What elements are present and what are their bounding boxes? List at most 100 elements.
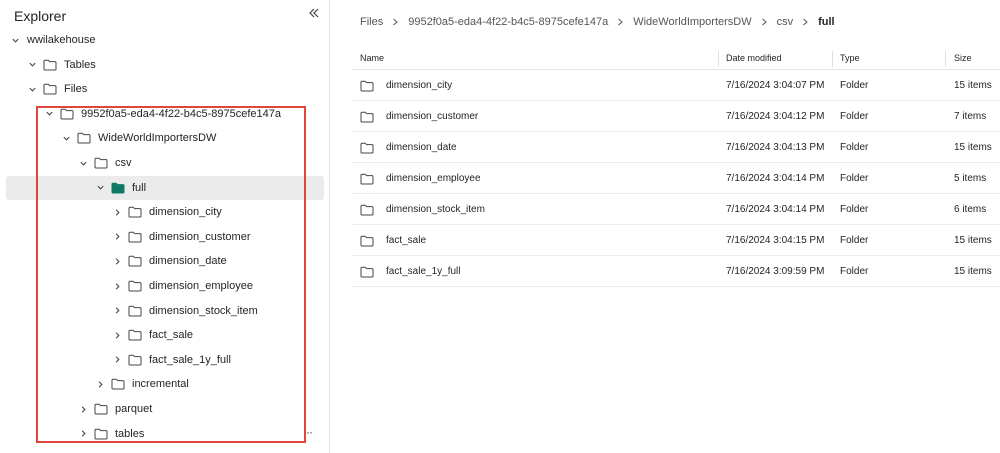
table-row[interactable]: dimension_city 7/16/2024 3:04:07 PM Folder… bbox=[352, 71, 1000, 101]
chevron-down-icon[interactable] bbox=[42, 107, 56, 121]
table-row[interactable]: dimension_stock_item 7/16/2024 3:04:14 PM… bbox=[352, 195, 1000, 225]
chevron-right-icon[interactable] bbox=[110, 230, 124, 244]
breadcrumb: Files 9952f0a5-eda4-4f22-b4c5-8975cefe147… bbox=[360, 14, 835, 30]
folder-icon bbox=[360, 204, 374, 216]
folder-icon bbox=[111, 376, 127, 392]
file-list-header: Name Date modified Type Size bbox=[352, 48, 1000, 70]
explorer-pane: Explorer wwilakehouse Tables Files 9952f0a5… bbox=[0, 0, 330, 453]
table-row[interactable]: dimension_employee 7/16/2024 3:04:14 PM Fo… bbox=[352, 164, 1000, 194]
row-date-modified: 7/16/2024 3:04:14 PM bbox=[726, 204, 825, 215]
more-options-button[interactable]: ··· bbox=[303, 425, 313, 439]
tree-item[interactable]: WideWorldImportersDW bbox=[6, 126, 324, 150]
tree-item-label: dimension_date bbox=[149, 255, 227, 268]
double-chevron-left-icon bbox=[309, 8, 319, 18]
folder-icon bbox=[360, 173, 374, 185]
tree-item-label: Files bbox=[64, 83, 88, 96]
chevron-down-icon[interactable] bbox=[59, 131, 73, 145]
row-type: Folder bbox=[840, 266, 869, 277]
chevron-right-icon[interactable] bbox=[76, 402, 90, 416]
tree-item-label: dimension_stock_item bbox=[149, 304, 258, 317]
tree-item[interactable]: dimension_stock_item bbox=[6, 299, 324, 323]
chevron-down-icon[interactable] bbox=[8, 33, 22, 47]
row-date-modified: 7/16/2024 3:04:12 PM bbox=[726, 111, 825, 122]
tree-item-label: dimension_employee bbox=[149, 280, 253, 292]
column-header-size[interactable]: Size bbox=[954, 53, 972, 63]
folder-icon bbox=[360, 142, 374, 154]
tree-item[interactable]: dimension_city bbox=[6, 200, 324, 224]
chevron-right-icon[interactable] bbox=[76, 427, 90, 441]
tree-item[interactable]: fact_sale_1y_full bbox=[6, 348, 324, 372]
tree-item[interactable]: csv bbox=[6, 151, 324, 175]
chevron-right-icon[interactable] bbox=[110, 205, 124, 219]
tree-item-label: 9952f0a5-eda4-4f22-b4c5-8975cefe147a bbox=[81, 107, 281, 120]
table-row[interactable]: fact_sale_1y_full 7/16/2024 3:09:59 PM Fol… bbox=[352, 257, 1000, 287]
row-size: 6 items bbox=[954, 204, 987, 215]
pane-divider[interactable] bbox=[329, 0, 330, 453]
chevron-right-icon[interactable] bbox=[110, 279, 124, 293]
tree-item[interactable]: full bbox=[6, 175, 324, 200]
tree-item[interactable]: dimension_customer bbox=[6, 225, 324, 249]
folder-icon bbox=[128, 278, 144, 294]
breadcrumb-item[interactable]: csv bbox=[777, 16, 794, 28]
row-name: dimension_date bbox=[386, 142, 457, 153]
column-header-name[interactable]: Name bbox=[360, 53, 384, 63]
chevron-right-icon[interactable] bbox=[93, 377, 107, 391]
row-type: Folder bbox=[840, 235, 869, 246]
chevron-right-icon bbox=[802, 18, 809, 26]
tree-item[interactable]: parquet bbox=[6, 397, 324, 421]
chevron-right-icon[interactable] bbox=[110, 254, 124, 268]
tree-item-label: WideWorldImportersDW bbox=[98, 132, 217, 145]
table-row[interactable]: fact_sale 7/16/2024 3:04:15 PM Folder 15 it… bbox=[352, 226, 1000, 256]
tree-item[interactable]: dimension_date bbox=[6, 249, 324, 273]
folder-icon bbox=[128, 327, 144, 343]
row-type: Folder bbox=[840, 173, 869, 184]
column-header-date-modified[interactable]: Date modified bbox=[726, 53, 782, 63]
tree-item[interactable]: dimension_employee bbox=[6, 274, 324, 298]
row-name: dimension_city bbox=[386, 80, 453, 91]
tree-item[interactable]: wwilakehouse bbox=[6, 28, 324, 52]
tree-item-label: csv bbox=[115, 157, 132, 169]
folder-icon bbox=[128, 229, 144, 245]
chevron-down-icon[interactable] bbox=[25, 82, 39, 96]
column-divider[interactable] bbox=[945, 51, 946, 67]
row-size: 5 items bbox=[954, 173, 987, 184]
column-header-type[interactable]: Type bbox=[840, 53, 860, 63]
breadcrumb-item[interactable]: 9952f0a5-eda4-4f22-b4c5-8975cefe147a bbox=[408, 16, 608, 28]
row-name: dimension_employee bbox=[386, 173, 481, 184]
folder-icon bbox=[360, 235, 374, 247]
chevron-down-icon[interactable] bbox=[93, 181, 107, 195]
chevron-right-icon[interactable] bbox=[110, 328, 124, 342]
tree-item[interactable]: tables bbox=[6, 422, 324, 446]
chevron-right-icon bbox=[761, 18, 768, 26]
folder-icon bbox=[43, 81, 59, 97]
explorer-title: Explorer bbox=[14, 8, 67, 24]
folder-icon bbox=[360, 266, 374, 278]
table-row[interactable]: dimension_customer 7/16/2024 3:04:12 PM Fo… bbox=[352, 102, 1000, 132]
row-date-modified: 7/16/2024 3:04:14 PM bbox=[726, 173, 825, 184]
tree-item[interactable]: fact_sale bbox=[6, 323, 324, 347]
folder-icon bbox=[60, 106, 76, 122]
chevron-down-icon[interactable] bbox=[25, 58, 39, 72]
tree-item[interactable]: Files bbox=[6, 77, 324, 101]
tree-item[interactable]: incremental bbox=[6, 372, 324, 396]
chevron-right-icon[interactable] bbox=[110, 353, 124, 367]
row-size: 7 items bbox=[954, 111, 987, 122]
breadcrumb-item[interactable]: WideWorldImportersDW bbox=[633, 16, 751, 28]
row-name: dimension_customer bbox=[386, 111, 479, 122]
tree-item[interactable]: Tables bbox=[6, 53, 324, 77]
collapse-pane-button[interactable] bbox=[306, 7, 322, 23]
chevron-down-icon[interactable] bbox=[76, 156, 90, 170]
chevron-right-icon[interactable] bbox=[110, 304, 124, 318]
column-divider[interactable] bbox=[718, 51, 719, 67]
tree-item-label: tables bbox=[115, 427, 145, 440]
tree-item[interactable]: 9952f0a5-eda4-4f22-b4c5-8975cefe147a bbox=[6, 102, 324, 126]
column-divider[interactable] bbox=[832, 51, 833, 67]
tree-item-label: wwilakehouse bbox=[27, 34, 96, 46]
row-name: fact_sale bbox=[386, 235, 427, 246]
tree-item-label: incremental bbox=[132, 378, 189, 391]
folder-icon bbox=[128, 253, 144, 269]
table-row[interactable]: dimension_date 7/16/2024 3:04:13 PM Folder… bbox=[352, 133, 1000, 163]
breadcrumb-item[interactable]: full bbox=[818, 16, 835, 28]
breadcrumb-item[interactable]: Files bbox=[360, 16, 383, 28]
tree-item-label: Tables bbox=[64, 58, 96, 71]
